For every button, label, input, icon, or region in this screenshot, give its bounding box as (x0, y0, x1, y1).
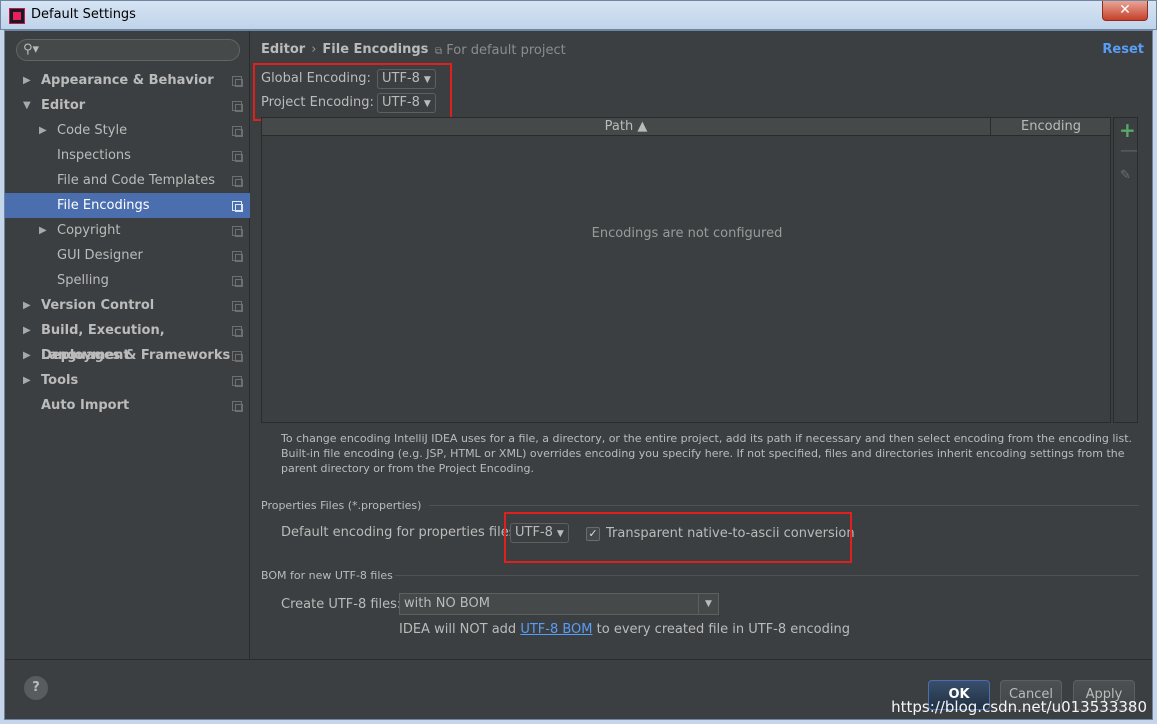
project-scope-icon: ⧉ (435, 46, 443, 57)
sidebar-item-inspections[interactable]: Inspections (5, 143, 250, 168)
scope-note: ⧉ For default project (435, 43, 566, 58)
breadcrumb-editor: Editor (261, 42, 306, 57)
sidebar-item-label: File Encodings (57, 198, 150, 213)
collapse-arrow-icon[interactable]: ▼ (23, 93, 31, 118)
breadcrumb-separator: › (311, 42, 317, 57)
table-empty-message: Encodings are not configured (591, 226, 783, 241)
sidebar-item-file-encodings[interactable]: File Encodings (5, 193, 250, 218)
project-scope-icon (232, 401, 243, 412)
add-icon[interactable]: + (1119, 118, 1136, 142)
sidebar-item-file-code-templates[interactable]: File and Code Templates (5, 168, 250, 193)
sidebar-item-tools[interactable]: ▶ Tools (5, 368, 250, 393)
chevron-down-icon[interactable]: ▼ (698, 594, 718, 614)
sidebar-item-version-control[interactable]: ▶ Version Control (5, 293, 250, 318)
sidebar-item-languages-frameworks[interactable]: ▶ Languages & Frameworks (5, 343, 250, 368)
sidebar-item-spelling[interactable]: Spelling (5, 268, 250, 293)
project-scope-icon (232, 276, 243, 287)
encodings-table: Path ▲ Encoding Encodings are not config… (261, 117, 1111, 423)
bom-note-suffix: to every created file in UTF-8 encoding (592, 622, 850, 637)
title-bar: Default Settings ✕ (0, 0, 1157, 30)
sidebar-item-label: Code Style (57, 123, 128, 138)
edit-pencil-icon[interactable]: ✎ (1120, 168, 1131, 183)
project-scope-icon (232, 326, 243, 337)
sidebar-item-appearance-behavior[interactable]: ▶ Appearance & Behavior (5, 68, 250, 93)
sidebar-item-copyright[interactable]: ▶ Copyright (5, 218, 250, 243)
project-scope-icon (232, 176, 243, 187)
sidebar-item-label: Tools (41, 373, 79, 388)
sidebar-item-code-style[interactable]: ▶ Code Style (5, 118, 250, 143)
sidebar-item-auto-import[interactable]: Auto Import (5, 393, 250, 418)
scope-note-label: For default project (446, 43, 566, 58)
project-scope-icon (232, 101, 243, 112)
divider (429, 505, 1139, 506)
column-header-path[interactable]: Path ▲ (262, 118, 991, 136)
intellij-app-icon (9, 8, 25, 24)
sidebar-item-label: Editor (41, 98, 86, 113)
project-scope-icon (232, 351, 243, 362)
expand-arrow-icon[interactable]: ▶ (23, 343, 31, 368)
sidebar-item-label: GUI Designer (57, 248, 143, 263)
bom-select[interactable]: with NO BOM ▼ (399, 593, 719, 615)
expand-arrow-icon[interactable]: ▶ (23, 68, 31, 93)
bom-select-value: with NO BOM (404, 596, 490, 611)
project-scope-icon (232, 251, 243, 262)
sidebar-item-label: File and Code Templates (57, 173, 215, 188)
expand-arrow-icon[interactable]: ▶ (23, 368, 31, 393)
expand-arrow-icon[interactable]: ▶ (39, 118, 47, 143)
highlight-box-encodings (253, 63, 452, 121)
sidebar-item-editor[interactable]: ▼ Editor (5, 93, 250, 118)
divider (395, 575, 1139, 576)
sidebar-item-label: Version Control (41, 298, 155, 313)
remove-icon[interactable]: — (1120, 140, 1138, 161)
project-scope-icon (232, 376, 243, 387)
table-toolbar: + — ✎ (1113, 117, 1138, 423)
properties-default-label: Default encoding for properties files: (281, 525, 520, 540)
breadcrumb-page: File Encodings (322, 42, 429, 57)
sidebar-item-label: Auto Import (41, 398, 130, 413)
help-button[interactable]: ? (24, 676, 48, 700)
project-scope-icon (232, 226, 243, 237)
reset-link[interactable]: Reset (1102, 42, 1144, 57)
breadcrumb: Editor › File Encodings (261, 42, 428, 57)
settings-sidebar: ⚲▾ ▶ Appearance & Behavior ▼ Editor ▶ Co… (5, 31, 250, 659)
sidebar-item-label: Languages & Frameworks (41, 348, 231, 363)
project-scope-icon (232, 151, 243, 162)
bom-note-prefix: IDEA will NOT add (399, 622, 521, 637)
window-title: Default Settings (31, 7, 136, 22)
sidebar-item-gui-designer[interactable]: GUI Designer (5, 243, 250, 268)
column-header-encoding[interactable]: Encoding (992, 118, 1110, 136)
expand-arrow-icon[interactable]: ▶ (23, 293, 31, 318)
file-encodings-panel: Editor › File Encodings ⧉ For default proj… (251, 31, 1152, 659)
settings-tree: ▶ Appearance & Behavior ▼ Editor ▶ Code … (5, 68, 250, 418)
search-input[interactable]: ⚲▾ (16, 39, 240, 61)
highlight-box-properties (504, 512, 852, 563)
project-scope-icon (232, 76, 243, 87)
create-utf8-label: Create UTF-8 files: (281, 597, 402, 612)
search-icon: ⚲▾ (23, 42, 40, 57)
utf8-bom-link[interactable]: UTF-8 BOM (520, 622, 592, 637)
project-scope-icon (232, 301, 243, 312)
properties-section-title: Properties Files (*.properties) (261, 499, 422, 512)
bom-note: IDEA will NOT add UTF-8 BOM to every cre… (399, 622, 850, 637)
expand-arrow-icon[interactable]: ▶ (23, 318, 31, 343)
table-header: Path ▲ Encoding (262, 118, 1110, 136)
encoding-help-text: To change encoding IntelliJ IDEA uses fo… (281, 432, 1133, 475)
sidebar-item-label: Spelling (57, 273, 109, 288)
project-scope-icon (232, 126, 243, 137)
settings-dialog: ⚲▾ ▶ Appearance & Behavior ▼ Editor ▶ Co… (4, 30, 1153, 720)
project-scope-icon (232, 201, 243, 212)
close-button[interactable]: ✕ (1102, 1, 1148, 21)
watermark: https://blog.csdn.net/u013533380 (891, 698, 1147, 716)
expand-arrow-icon[interactable]: ▶ (39, 218, 47, 243)
bom-section-title: BOM for new UTF-8 files (261, 569, 393, 582)
sidebar-item-build-execution-deployment[interactable]: ▶ Build, Execution, Deployment (5, 318, 250, 363)
sidebar-item-label: Appearance & Behavior (41, 73, 214, 88)
sidebar-item-label: Inspections (57, 148, 131, 163)
sidebar-item-label: Copyright (57, 223, 121, 238)
